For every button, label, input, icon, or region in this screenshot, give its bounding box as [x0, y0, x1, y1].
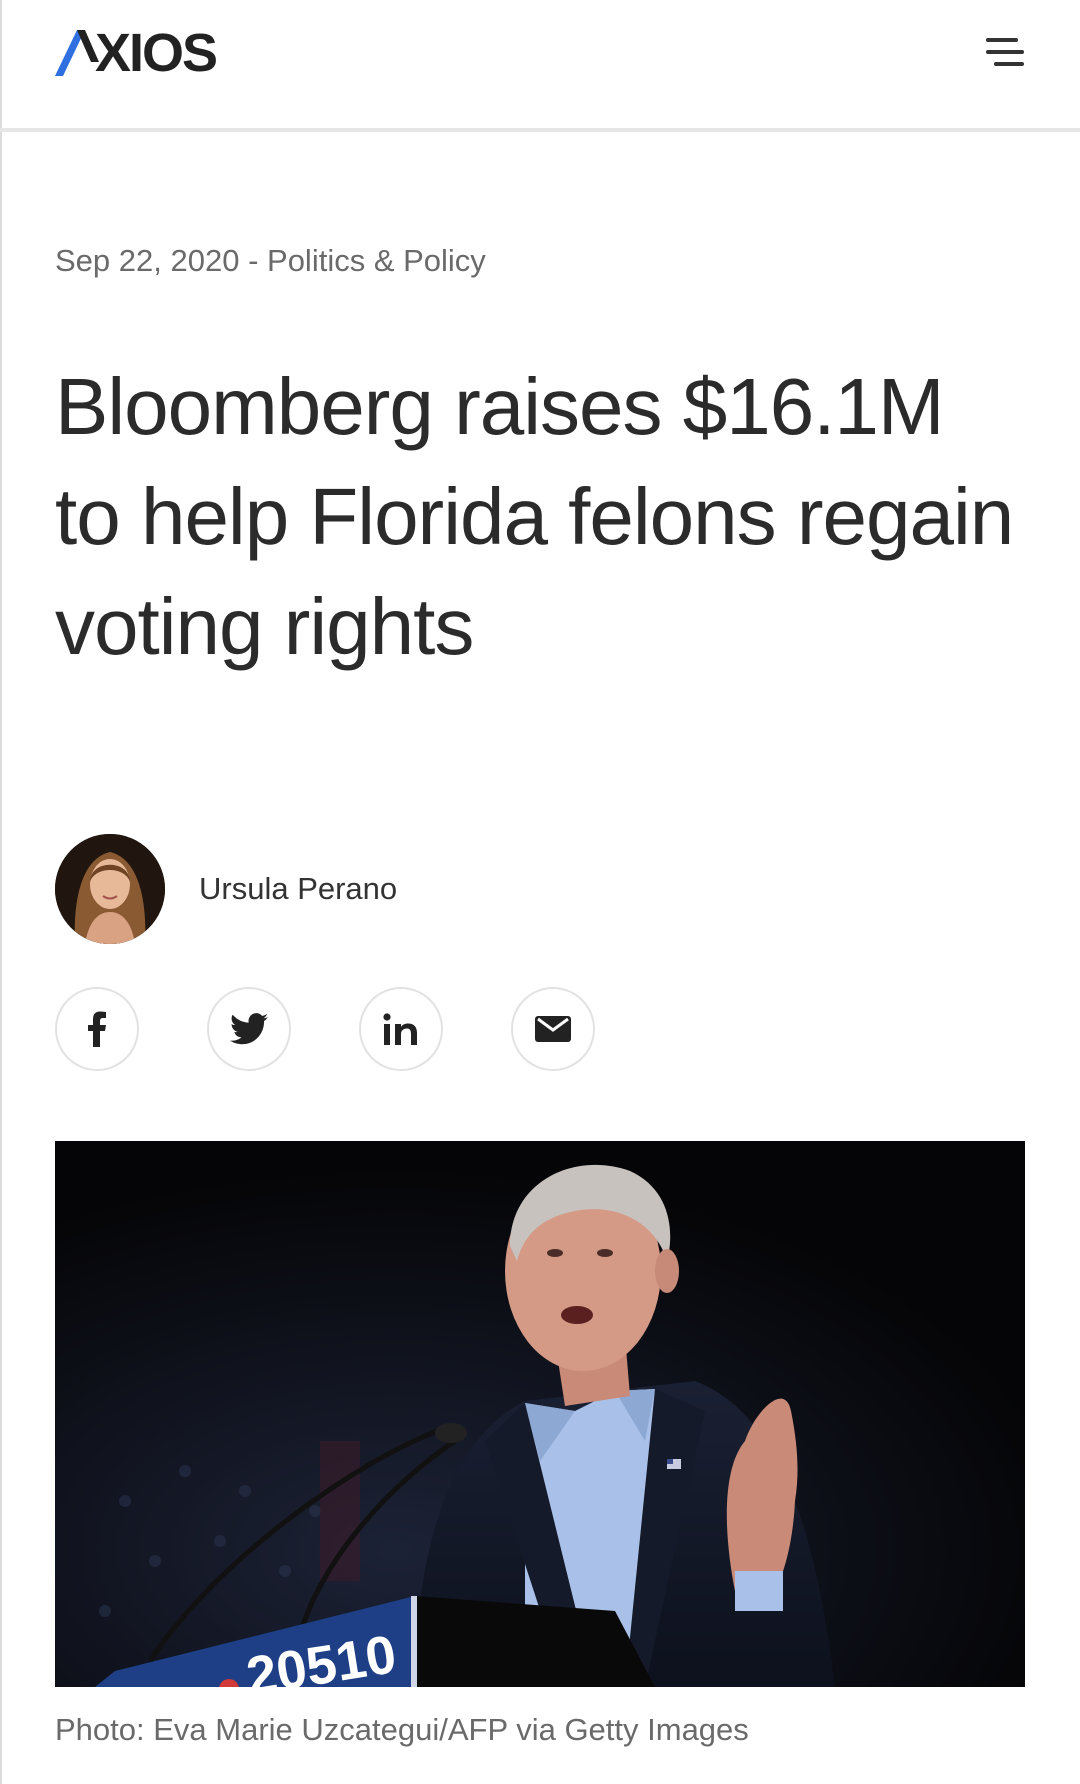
- axios-a-mark-icon: [55, 30, 99, 76]
- article-hero-photo: 20510: [55, 1141, 1025, 1687]
- twitter-icon: [230, 1013, 268, 1045]
- category-link[interactable]: Politics & Policy: [267, 243, 486, 278]
- hamburger-menu-button[interactable]: [980, 30, 1030, 74]
- author-name-link[interactable]: Ursula Perano: [199, 871, 397, 907]
- logo-wordmark: XIOS: [95, 23, 218, 83]
- publish-date: Sep 22, 2020: [55, 243, 240, 278]
- hero-photo-illustration: 20510: [55, 1141, 1025, 1687]
- share-twitter-button[interactable]: [207, 987, 291, 1071]
- hamburger-line-2: [986, 50, 1024, 54]
- page-left-border: [0, 0, 2, 1784]
- author-avatar[interactable]: [55, 834, 165, 944]
- share-linkedin-button[interactable]: [359, 987, 443, 1071]
- hamburger-line-3: [994, 62, 1024, 66]
- meta-separator: -: [239, 243, 268, 278]
- article-headline: Bloomberg raises $16.1M to help Florida …: [55, 362, 1014, 671]
- article-meta: Sep 22, 2020 - Politics & Policy: [55, 243, 486, 279]
- share-email-button[interactable]: [511, 987, 595, 1071]
- share-facebook-button[interactable]: [55, 987, 139, 1071]
- author-portrait-image: [55, 834, 165, 944]
- axios-logo[interactable]: XIOS: [55, 23, 218, 83]
- linkedin-icon: [383, 1013, 417, 1045]
- author-byline: Ursula Perano: [55, 834, 397, 944]
- photo-caption: Photo: Eva Marie Uzcategui/AFP via Getty…: [55, 1712, 749, 1747]
- site-header: XIOS: [0, 0, 1080, 132]
- share-bar: [55, 987, 663, 1071]
- hamburger-menu-icon: [986, 38, 1018, 42]
- facebook-icon: [88, 1011, 106, 1047]
- email-icon: [535, 1016, 571, 1042]
